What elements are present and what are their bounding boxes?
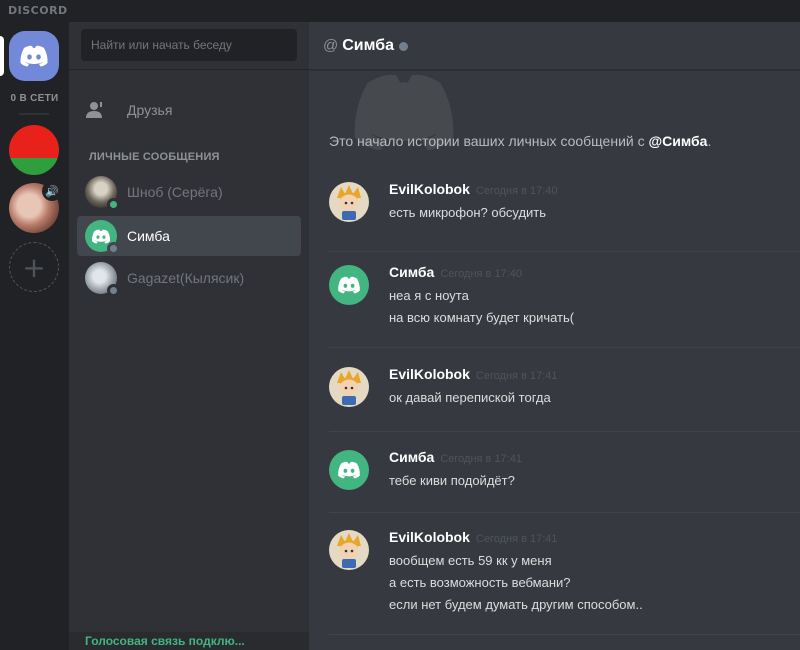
- add-server-button[interactable]: +: [9, 242, 59, 292]
- discord-logo-icon: [338, 461, 360, 479]
- author-name[interactable]: Симба: [389, 449, 434, 465]
- online-count: 0 В СЕТИ: [10, 93, 59, 104]
- dm-item-shnob[interactable]: Шноб (Серёга): [77, 172, 301, 212]
- author-name[interactable]: EvilKolobok: [389, 366, 470, 382]
- message-divider: [329, 347, 800, 348]
- message-author[interactable]: Симба Сегодня в 17:41: [389, 449, 522, 465]
- discord-logo-icon: [338, 276, 360, 294]
- channel-name: Симба: [342, 36, 395, 54]
- intro-prefix: Это начало истории ваших личных сообщени…: [329, 133, 649, 149]
- status-offline-icon: [107, 284, 120, 297]
- avatar[interactable]: [329, 367, 369, 407]
- message-line: а есть возможность вебмани?: [389, 575, 571, 590]
- discord-logo-icon: [20, 45, 48, 67]
- conversation-intro: Это начало истории ваших личных сообщени…: [329, 133, 711, 149]
- title-bar: DISCORD: [0, 0, 800, 22]
- server-icon-flag[interactable]: [9, 125, 59, 175]
- message-timestamp: Сегодня в 17:41: [440, 453, 522, 465]
- search-input[interactable]: [81, 29, 297, 61]
- message-line: вообщем есть 59 кк у меня: [389, 553, 552, 568]
- avatar: [85, 262, 120, 297]
- friends-button[interactable]: Друзья: [77, 90, 301, 130]
- author-name[interactable]: EvilKolobok: [389, 181, 470, 197]
- avatar[interactable]: [329, 450, 369, 490]
- intro-user: @Симба: [648, 133, 708, 149]
- message-line: есть микрофон? обсудить: [389, 205, 547, 220]
- dm-name: Симба: [127, 228, 170, 244]
- avatar[interactable]: [329, 265, 369, 305]
- avatar[interactable]: [329, 182, 369, 222]
- dm-sidebar: Друзья ЛИЧНЫЕ СООБЩЕНИЯ Шноб (Серёга) Си…: [69, 22, 309, 650]
- at-icon: @: [323, 37, 339, 54]
- message-author[interactable]: EvilKolobok Сегодня в 17:41: [389, 529, 558, 545]
- message-content: тебе киви подойдёт?: [389, 470, 515, 492]
- avatar[interactable]: [329, 530, 369, 570]
- message-line: если нет будем думать другим способом..: [389, 597, 643, 612]
- message-divider: [329, 251, 800, 252]
- chat-header: @ Симба: [309, 22, 800, 70]
- status-offline-icon: [107, 242, 120, 255]
- server-separator: [19, 113, 49, 115]
- message-divider: [329, 634, 800, 635]
- search-container: [69, 22, 309, 70]
- dm-name: Gagazet(Кылясик): [127, 270, 245, 286]
- server-list: 0 В СЕТИ 🔊 +: [0, 22, 69, 650]
- author-name[interactable]: Симба: [389, 264, 434, 280]
- dm-name: Шноб (Серёга): [127, 184, 223, 200]
- selected-server-indicator: [0, 36, 4, 76]
- dm-item-simba[interactable]: Симба: [77, 216, 301, 256]
- avatar: [85, 220, 120, 255]
- author-name[interactable]: EvilKolobok: [389, 529, 470, 545]
- message-divider: [329, 431, 800, 432]
- message-line: ок давай перепиской тогда: [389, 390, 551, 405]
- intro-suffix: .: [707, 133, 712, 149]
- discord-wordmark: DISCORD: [8, 4, 68, 17]
- chat-area: @ Симба Это начало истории ваших личных …: [309, 22, 800, 650]
- message-author[interactable]: EvilKolobok Сегодня в 17:41: [389, 366, 558, 382]
- message-line: на всю комнату будет кричать(: [389, 310, 575, 325]
- message-timestamp: Сегодня в 17:40: [440, 268, 522, 280]
- message-content: ок давай перепиской тогда: [389, 387, 551, 409]
- message-divider: [329, 512, 800, 513]
- home-button[interactable]: [9, 31, 59, 81]
- voice-status-text: Голосовая связь подклю...: [85, 634, 245, 648]
- discord-logo-icon: [91, 229, 111, 243]
- message-content: неа я с ноута на всю комнату будет крича…: [389, 285, 574, 329]
- friends-label: Друзья: [127, 102, 173, 118]
- message-author[interactable]: EvilKolobok Сегодня в 17:40: [389, 181, 558, 197]
- speaker-icon: 🔊: [42, 181, 62, 201]
- dm-section-header: ЛИЧНЫЕ СООБЩЕНИЯ: [89, 151, 220, 163]
- message-content: есть микрофон? обсудить: [389, 202, 546, 224]
- message-author[interactable]: Симба Сегодня в 17:40: [389, 264, 522, 280]
- avatar: [85, 176, 120, 211]
- message-line: неа я с ноута: [389, 288, 469, 303]
- message-content: вообщем есть 59 кк у меня а есть возможн…: [389, 550, 643, 616]
- friends-icon: [85, 101, 115, 119]
- message-timestamp: Сегодня в 17:41: [475, 533, 558, 545]
- message-line: тебе киви подойдёт?: [389, 473, 515, 488]
- message-timestamp: Сегодня в 17:40: [475, 185, 558, 197]
- status-offline-icon: [399, 42, 409, 51]
- dm-item-gagazet[interactable]: Gagazet(Кылясик): [77, 258, 301, 298]
- message-timestamp: Сегодня в 17:41: [475, 370, 558, 382]
- status-online-icon: [107, 198, 120, 211]
